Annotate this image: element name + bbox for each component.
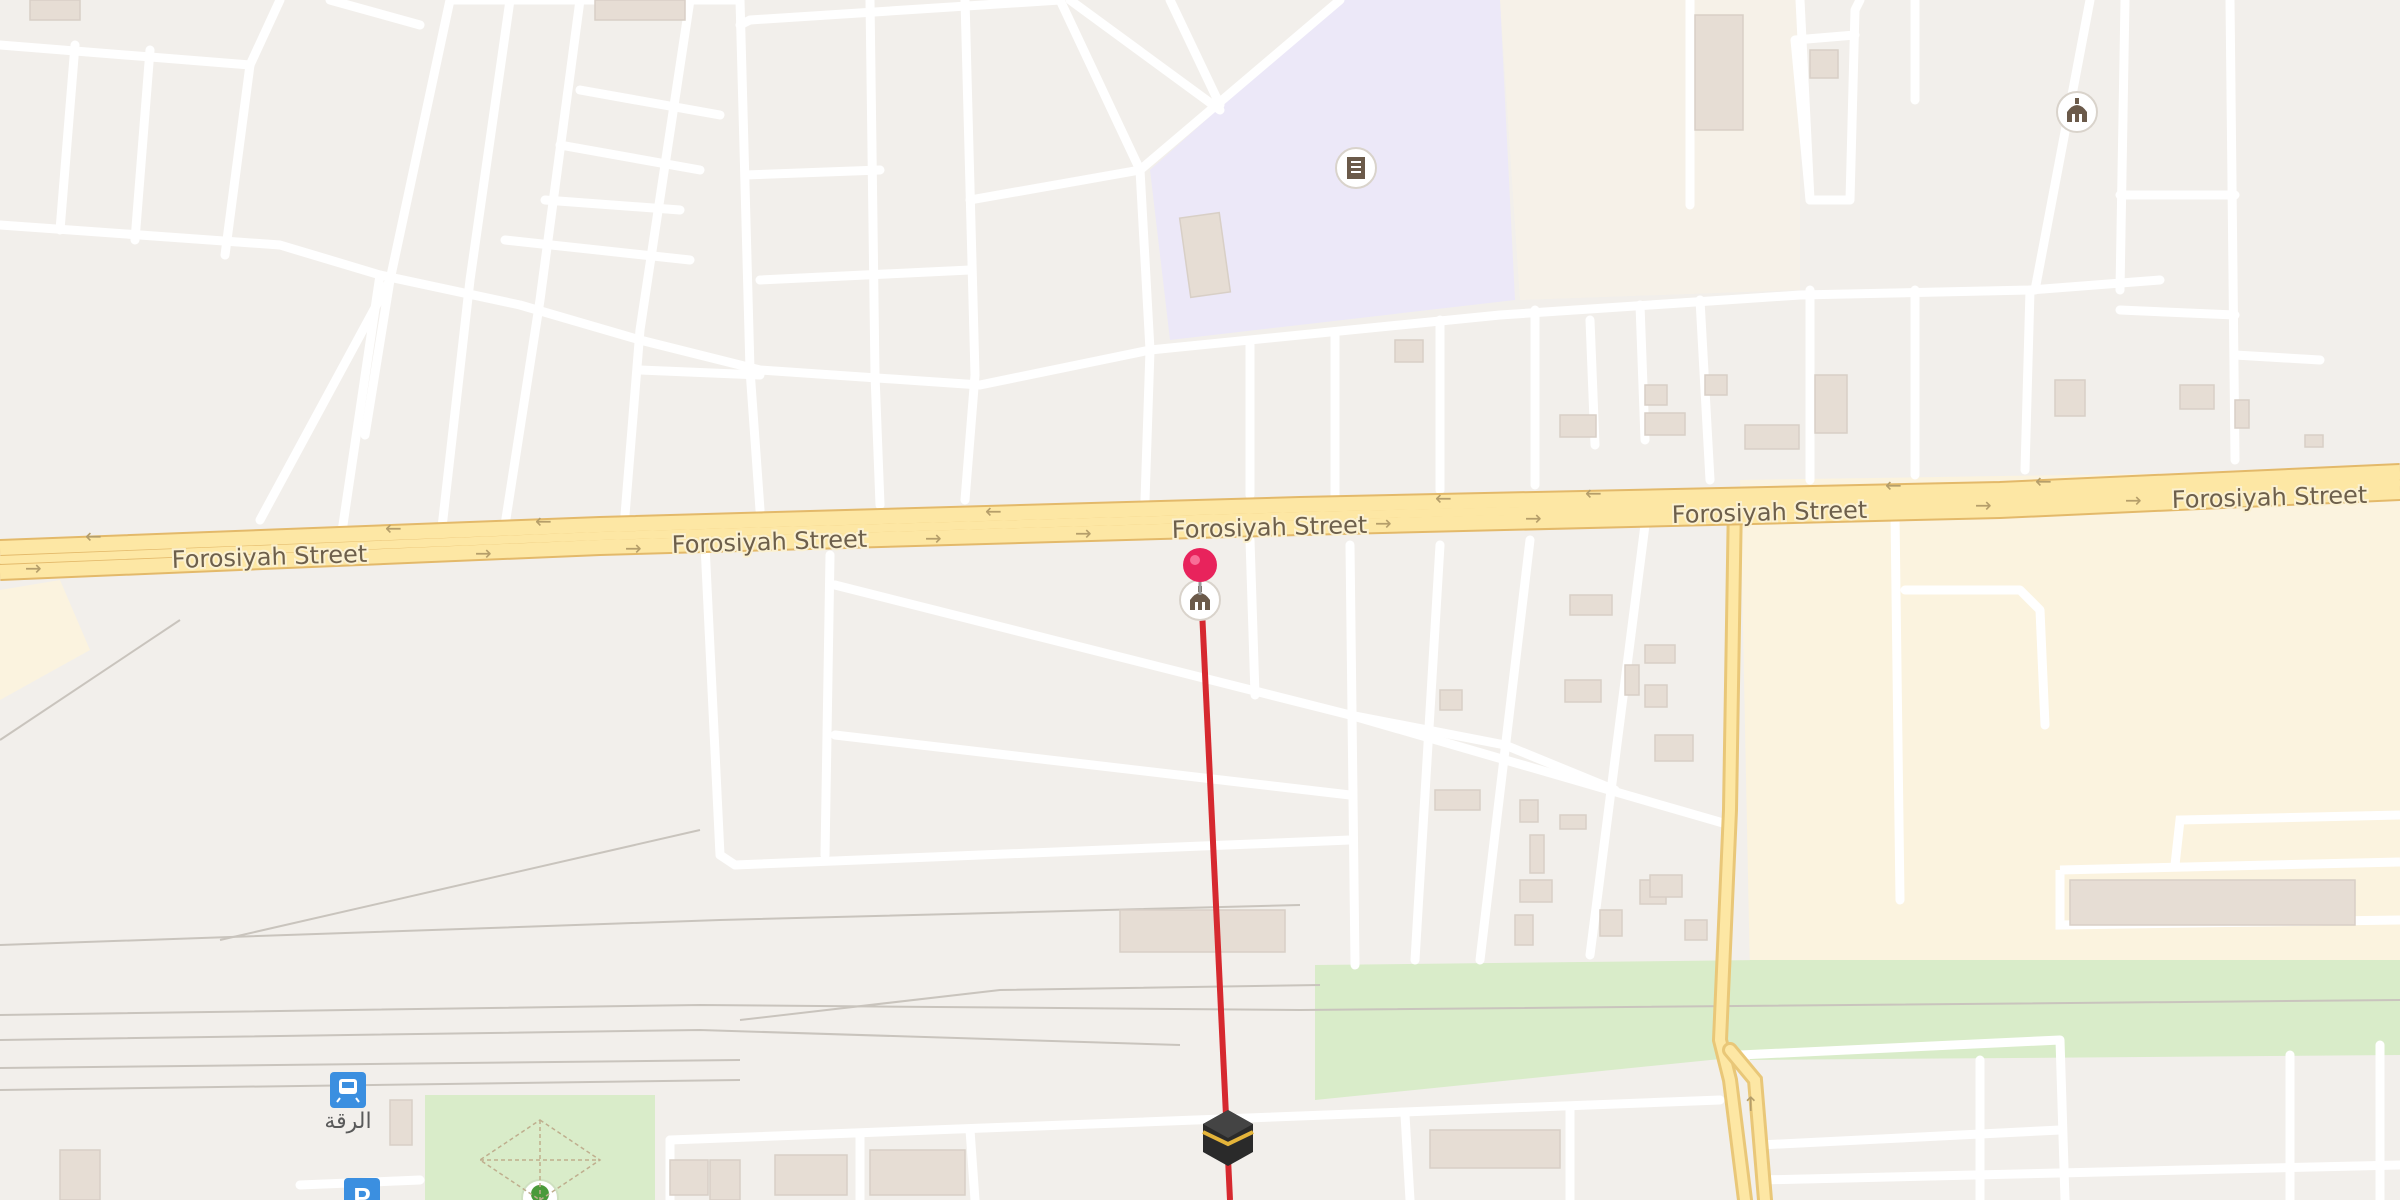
svg-text:→: → (925, 526, 942, 550)
svg-text:←: ← (1435, 486, 1452, 510)
street-label: Forosiyah Street (1171, 511, 1367, 544)
parking-letter: P (353, 1182, 370, 1200)
map-canvas[interactable]: ← ← ← ← ← ← ← ← → → → → → → → → → → Foro… (0, 0, 2400, 1200)
station-label: الرقة (324, 1109, 371, 1134)
svg-text:←: ← (535, 509, 552, 533)
svg-text:→: → (625, 536, 642, 560)
train-station-icon[interactable] (330, 1072, 366, 1108)
svg-text:←: ← (1885, 473, 1902, 497)
parking-icon[interactable]: P (344, 1178, 380, 1200)
svg-text:→: → (2125, 488, 2142, 512)
svg-text:←: ← (385, 516, 402, 540)
green-area-far-east (1750, 960, 2400, 1060)
svg-text:→: → (1975, 493, 1992, 517)
svg-text:←: ← (1585, 481, 1602, 505)
street-label: Forosiyah Street (1671, 496, 1867, 529)
svg-text:→: → (1525, 506, 1542, 530)
school-icon[interactable] (1335, 147, 1377, 189)
svg-text:←: ← (985, 499, 1002, 523)
svg-text:→: → (1738, 1095, 1762, 1112)
svg-text:←: ← (85, 524, 102, 548)
street-label: Forosiyah Street (2171, 481, 2367, 514)
svg-text:→: → (1375, 511, 1392, 535)
svg-text:→: → (475, 541, 492, 565)
svg-text:→: → (25, 556, 42, 580)
svg-text:→: → (1075, 521, 1092, 545)
svg-text:←: ← (2035, 469, 2052, 493)
residential-area (1500, 0, 1800, 300)
mosque-icon[interactable] (2056, 91, 2098, 133)
